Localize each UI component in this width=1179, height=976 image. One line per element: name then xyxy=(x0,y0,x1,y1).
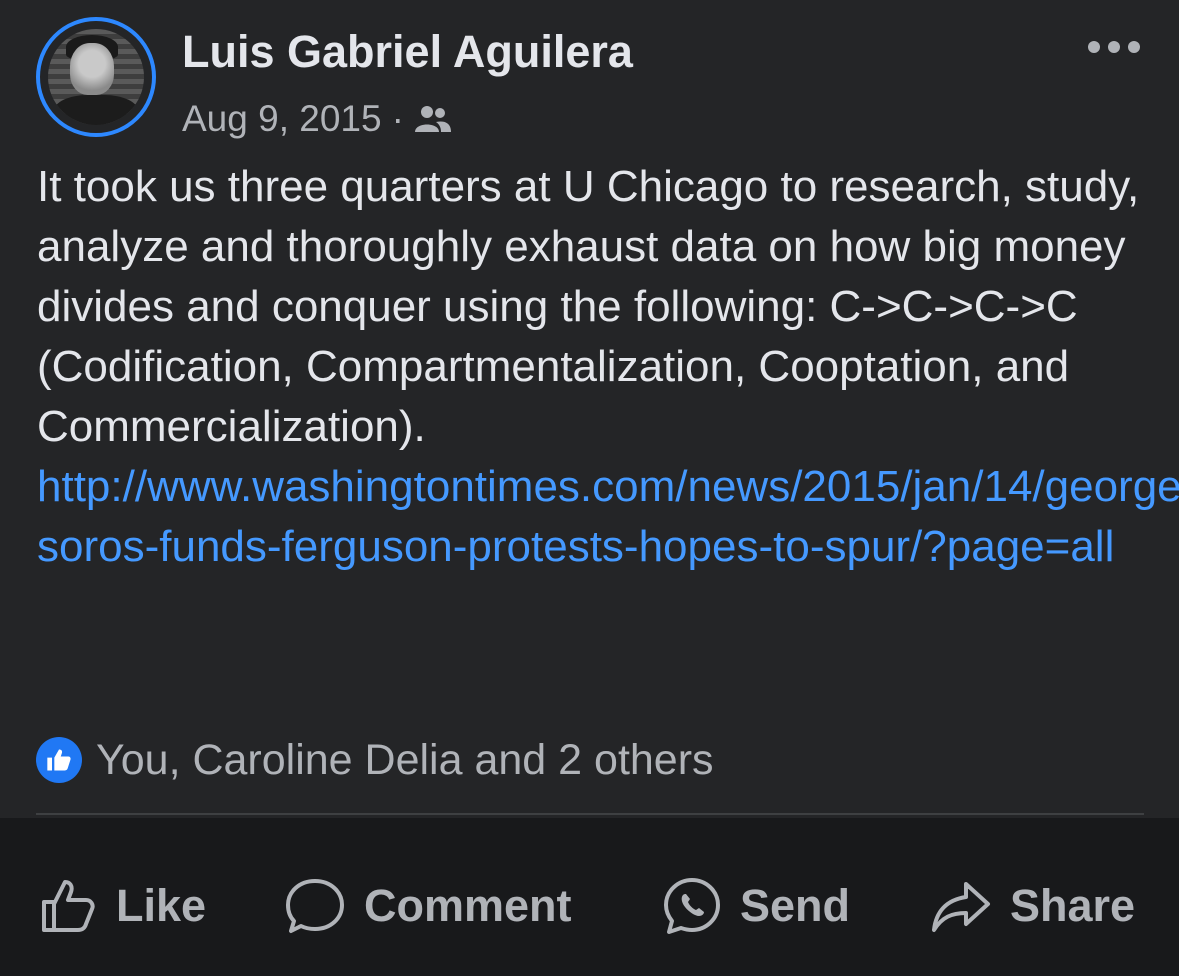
like-button[interactable]: Like xyxy=(38,876,206,936)
share-arrow-icon xyxy=(930,876,992,936)
post-link[interactable]: http://www.washingtontimes.com/news/2015… xyxy=(37,462,1179,571)
more-options-icon[interactable] xyxy=(1088,36,1140,58)
avatar-photo xyxy=(48,29,144,125)
messenger-icon xyxy=(662,876,722,936)
divider xyxy=(36,813,1144,815)
post-card: Luis Gabriel Aguilera Aug 9, 2015 · It t… xyxy=(0,0,1179,818)
post-meta: Aug 9, 2015 · xyxy=(182,96,452,142)
post-date[interactable]: Aug 9, 2015 xyxy=(182,98,382,140)
post-body: It took us three quarters at U Chicago t… xyxy=(37,157,1179,577)
send-button[interactable]: Send xyxy=(662,876,850,936)
comment-label: Comment xyxy=(364,880,572,931)
comment-bubble-icon xyxy=(284,876,346,936)
like-label: Like xyxy=(116,880,207,931)
author-avatar[interactable] xyxy=(36,17,156,137)
comment-button[interactable]: Comment xyxy=(284,876,572,936)
share-label: Share xyxy=(1010,880,1136,931)
reactions-text: You, Caroline Delia and 2 others xyxy=(96,735,714,784)
friends-icon[interactable] xyxy=(414,104,452,134)
share-button[interactable]: Share xyxy=(930,876,1135,936)
like-reaction-icon xyxy=(36,737,82,783)
reactions-summary[interactable]: You, Caroline Delia and 2 others xyxy=(36,732,714,788)
thumbs-up-icon xyxy=(38,876,98,936)
action-bar: Like Comment Send Share xyxy=(0,818,1179,976)
author-name[interactable]: Luis Gabriel Aguilera xyxy=(182,26,633,78)
send-label: Send xyxy=(740,880,851,931)
meta-separator: · xyxy=(391,98,404,139)
post-text: It took us three quarters at U Chicago t… xyxy=(37,162,1140,451)
